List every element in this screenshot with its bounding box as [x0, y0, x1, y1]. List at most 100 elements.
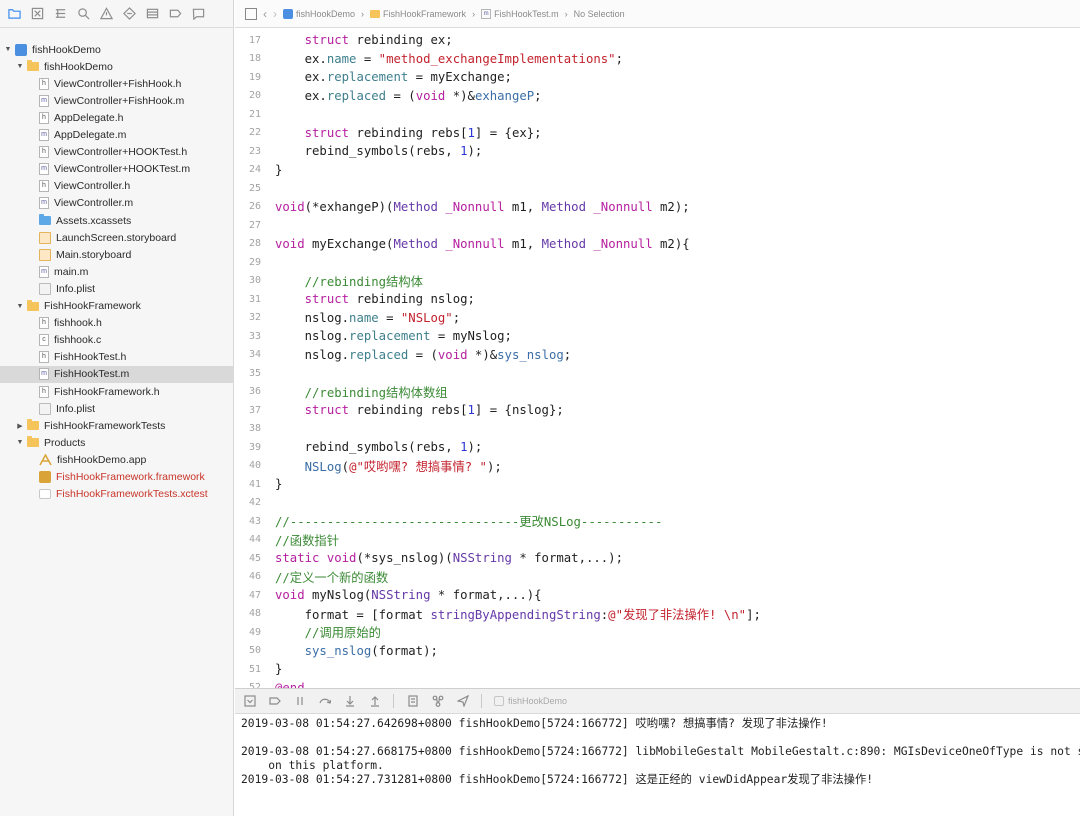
source-editor[interactable]: 17 struct rebinding ex; 18 ex.name = "met…: [235, 28, 1080, 688]
tree-item[interactable]: Info.plist: [0, 280, 234, 297]
code-line[interactable]: 33 nslog.replacement = myNslog;: [235, 327, 512, 345]
code-line[interactable]: 48 format = [format stringByAppendingStr…: [235, 605, 761, 623]
tree-item[interactable]: h ViewController.h: [0, 178, 234, 195]
back-icon[interactable]: ‹: [263, 7, 267, 21]
tree-item[interactable]: m AppDelegate.m: [0, 127, 234, 144]
debug-icon[interactable]: [144, 5, 161, 22]
search-icon[interactable]: [75, 5, 92, 22]
breakpoint-icon[interactable]: [167, 5, 184, 22]
code-line[interactable]: 34 nslog.replaced = (void *)&sys_nslog;: [235, 346, 571, 364]
tree-item[interactable]: m ViewController.m: [0, 195, 234, 212]
issue-icon[interactable]: [98, 5, 115, 22]
tree-item[interactable]: h AppDelegate.h: [0, 109, 234, 126]
code-line[interactable]: 30 //rebinding结构体: [235, 272, 423, 290]
code-token: NSString: [371, 588, 431, 602]
debug-console[interactable]: 2019-03-08 01:54:27.642698+0800 fishHook…: [235, 714, 1080, 816]
code-line[interactable]: 45 static void(*sys_nslog)(NSString * for…: [235, 549, 623, 567]
tree-item[interactable]: m FishHookTest.m: [0, 365, 234, 383]
code-line[interactable]: 18 ex.name = "method_exchangeImplementat…: [235, 50, 623, 68]
step-into-icon[interactable]: [343, 695, 356, 708]
step-over-icon[interactable]: [318, 695, 331, 708]
code-line[interactable]: 27: [235, 216, 275, 234]
tree-item-label: ViewController+FishHook.m: [54, 94, 185, 107]
code-line[interactable]: 35: [235, 364, 275, 382]
code-line[interactable]: 28 void myExchange(Method _Nonnull m1, Me…: [235, 235, 690, 253]
tree-item[interactable]: h ViewController+HOOKTest.h: [0, 144, 234, 161]
tree-item[interactable]: ▼ FishHookFramework: [0, 298, 234, 315]
tree-item[interactable]: m main.m: [0, 263, 234, 280]
tree-item[interactable]: ▼ Products: [0, 434, 234, 451]
code-text: //rebinding结构体数组: [275, 383, 448, 401]
code-line[interactable]: 44 //函数指针: [235, 531, 339, 549]
code-line[interactable]: 23 rebind_symbols(rebs, 1);: [235, 142, 482, 160]
tree-item[interactable]: Info.plist: [0, 400, 234, 417]
tree-item[interactable]: ▼ fishHookDemo: [0, 58, 234, 75]
code-line[interactable]: 19 ex.replacement = myExchange;: [235, 68, 512, 86]
source-control-icon[interactable]: [29, 5, 46, 22]
code-line[interactable]: 20 ex.replaced = (void *)&exhangeP;: [235, 87, 542, 105]
code-line[interactable]: 29: [235, 253, 275, 271]
code-line[interactable]: 52 @end: [235, 679, 305, 689]
tree-item[interactable]: m ViewController+HOOKTest.m: [0, 161, 234, 178]
tree-item[interactable]: FishHookFramework.framework: [0, 469, 234, 486]
disclosure-open-icon[interactable]: ▼: [4, 46, 12, 53]
code-line[interactable]: 38: [235, 420, 275, 438]
code-line[interactable]: 31 struct rebinding nslog;: [235, 290, 475, 308]
report-icon[interactable]: [190, 5, 207, 22]
tree-item[interactable]: ▼ fishHookDemo: [0, 41, 234, 58]
code-line[interactable]: 50 sys_nslog(format);: [235, 642, 438, 660]
code-line[interactable]: 40 NSLog(@"哎哟嘿? 想搞事情? ");: [235, 457, 502, 475]
location-icon[interactable]: [456, 695, 469, 708]
breakpoints-toggle-icon[interactable]: [268, 695, 281, 708]
code-line[interactable]: 21: [235, 105, 275, 123]
crumb-project[interactable]: fishHookDemo: [283, 8, 355, 19]
pause-icon[interactable]: [293, 695, 306, 708]
tree-item[interactable]: fishHookDemo.app: [0, 451, 234, 468]
debug-target[interactable]: fishHookDemo: [494, 696, 567, 706]
tree-item[interactable]: h FishHookTest.h: [0, 349, 234, 366]
code-line[interactable]: 36 //rebinding结构体数组: [235, 383, 448, 401]
code-line[interactable]: 39 rebind_symbols(rebs, 1);: [235, 438, 482, 456]
step-out-icon[interactable]: [368, 695, 381, 708]
hide-debug-icon[interactable]: [243, 695, 256, 708]
crumb-group[interactable]: FishHookFramework: [370, 9, 466, 19]
folder-icon[interactable]: [6, 5, 23, 22]
disclosure-open-icon[interactable]: ▼: [16, 439, 24, 446]
symbol-icon[interactable]: [52, 5, 69, 22]
tree-item[interactable]: h FishHookFramework.h: [0, 383, 234, 400]
tree-item[interactable]: Assets.xcassets: [0, 212, 234, 229]
code-line[interactable]: 22 struct rebinding rebs[1] = {ex};: [235, 124, 542, 142]
code-line[interactable]: 47 void myNslog(NSString * format,...){: [235, 586, 542, 604]
disclosure-open-icon[interactable]: ▼: [16, 63, 24, 70]
tree-item[interactable]: LaunchScreen.storyboard: [0, 229, 234, 246]
code-line[interactable]: 51}: [235, 660, 282, 678]
disclosure-open-icon[interactable]: ▼: [16, 303, 24, 310]
code-line[interactable]: 49 //调用原始的: [235, 623, 381, 641]
test-icon[interactable]: [121, 5, 138, 22]
code-token: Method: [541, 199, 586, 214]
tree-item[interactable]: FishHookFrameworkTests.xctest: [0, 486, 234, 503]
code-line[interactable]: 24}: [235, 161, 282, 179]
tree-item[interactable]: ▶ FishHookFrameworkTests: [0, 417, 234, 434]
code-line[interactable]: 42: [235, 494, 275, 512]
tree-item[interactable]: h ViewController+FishHook.h: [0, 75, 234, 92]
tree-item[interactable]: Main.storyboard: [0, 246, 234, 263]
code-line[interactable]: 25: [235, 179, 275, 197]
crumb-file[interactable]: m FishHookTest.m: [481, 8, 559, 19]
code-line[interactable]: 46 //定义一个新的函数: [235, 568, 388, 586]
disclosure-closed-icon[interactable]: ▶: [16, 422, 24, 430]
code-line[interactable]: 43 //-------------------------------更改NSL…: [235, 512, 662, 530]
code-line[interactable]: 26 void(*exhangeP)(Method _Nonnull m1, Me…: [235, 198, 690, 216]
code-line[interactable]: 41}: [235, 475, 282, 493]
forward-icon[interactable]: ›: [273, 7, 277, 21]
crumb-symbol[interactable]: No Selection: [574, 9, 625, 19]
view-debugger-icon[interactable]: [406, 695, 419, 708]
related-items-icon[interactable]: [245, 7, 257, 20]
code-line[interactable]: 17 struct rebinding ex;: [235, 31, 453, 49]
tree-item[interactable]: c fishhook.c: [0, 332, 234, 349]
tree-item[interactable]: m ViewController+FishHook.m: [0, 92, 234, 109]
code-line[interactable]: 32 nslog.name = "NSLog";: [235, 309, 460, 327]
memory-graph-icon[interactable]: [431, 695, 444, 708]
tree-item[interactable]: h fishhook.h: [0, 315, 234, 332]
code-line[interactable]: 37 struct rebinding rebs[1] = {nslog};: [235, 401, 564, 419]
